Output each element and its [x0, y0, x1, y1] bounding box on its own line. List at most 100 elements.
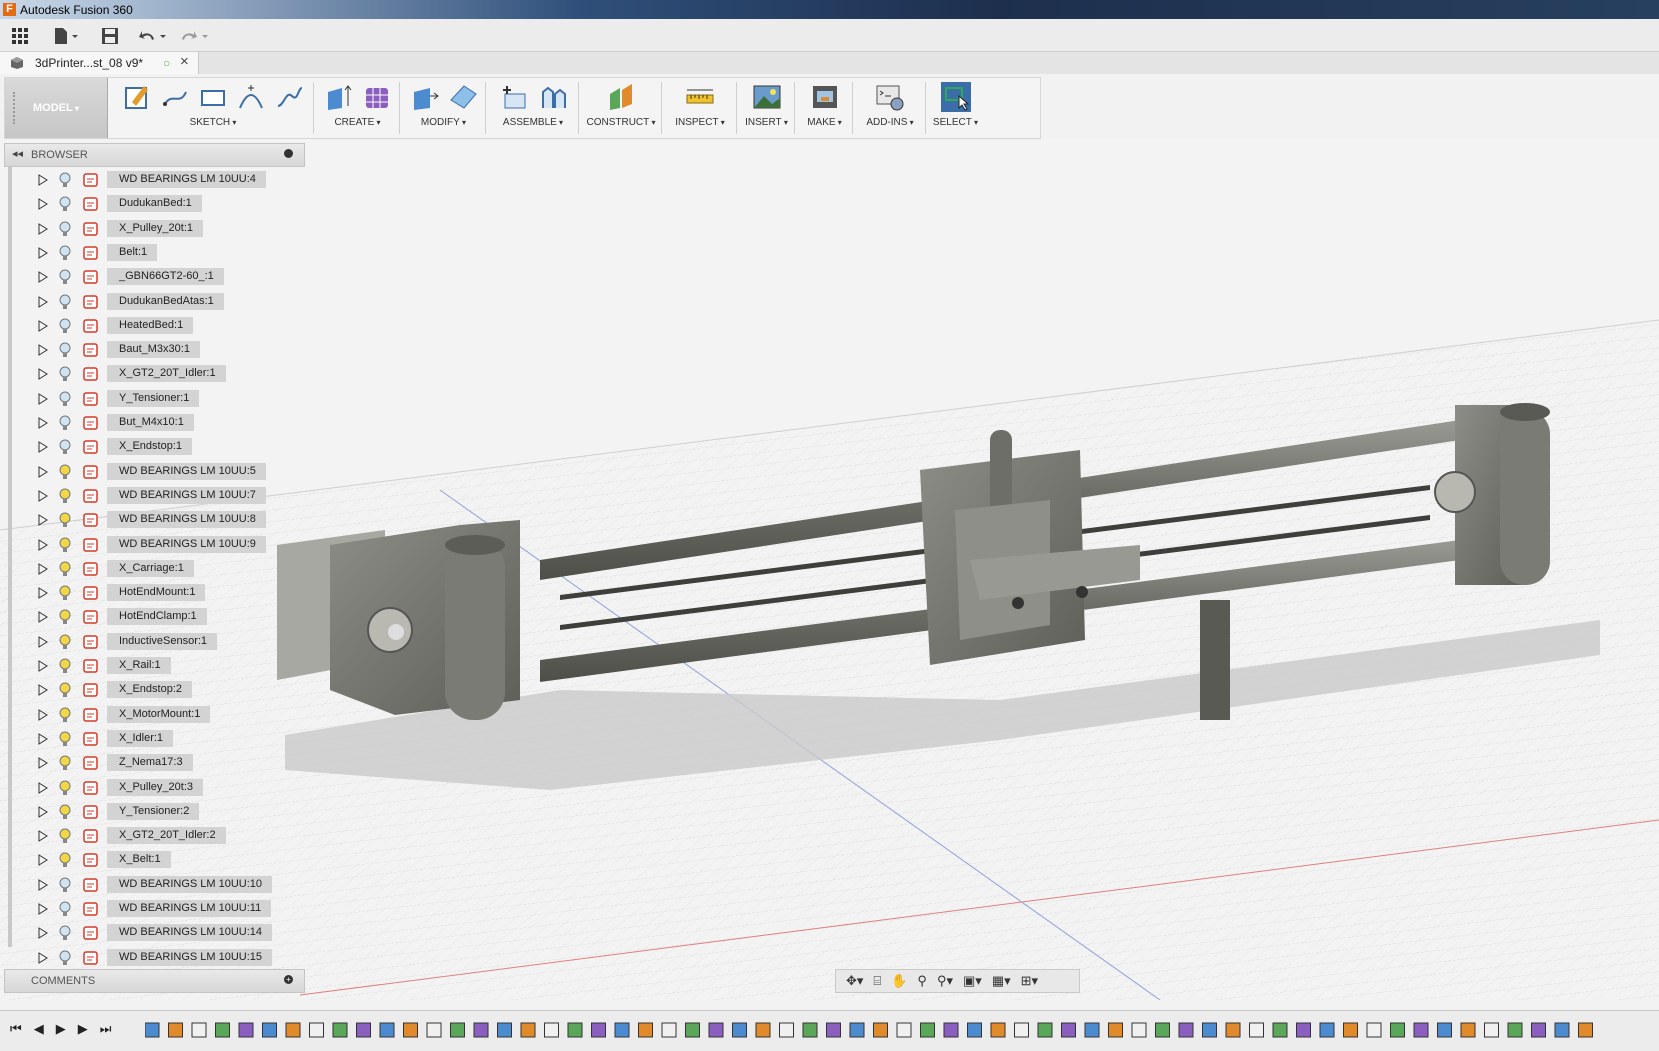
expand-triangle-icon[interactable] — [38, 684, 48, 697]
visibility-bulb-icon[interactable] — [58, 658, 72, 674]
timeline-feature[interactable] — [309, 1022, 324, 1038]
expand-triangle-icon[interactable] — [38, 489, 48, 502]
orbit-icon[interactable]: ✥▾ — [846, 973, 863, 989]
add-ins-menu[interactable]: ADD-INS — [855, 117, 925, 128]
rectangle-icon[interactable] — [198, 82, 228, 112]
visibility-bulb-icon[interactable] — [58, 537, 72, 553]
browser-item[interactable]: X_MotorMount:1 — [4, 704, 299, 726]
browser-item[interactable]: X_Rail:1 — [4, 655, 299, 677]
browser-item[interactable]: But_M4x10:1 — [4, 412, 299, 434]
fillet-icon[interactable] — [448, 82, 478, 112]
toolbar-group-create[interactable]: CREATE — [316, 78, 399, 138]
visibility-bulb-icon[interactable] — [58, 804, 72, 820]
browser-item[interactable]: X_Endstop:2 — [4, 679, 299, 701]
expand-triangle-icon[interactable] — [38, 708, 48, 721]
timeline-feature[interactable] — [967, 1022, 982, 1038]
file-menu-button[interactable] — [53, 26, 79, 46]
previous-icon[interactable]: ◀ — [34, 1021, 44, 1037]
browser-item[interactable]: DudukanBed:1 — [4, 193, 299, 215]
timeline-feature[interactable] — [1390, 1022, 1405, 1038]
browser-item[interactable]: X_Pulley_20t:3 — [4, 777, 299, 799]
expand-triangle-icon[interactable] — [38, 635, 48, 648]
timeline-feature[interactable] — [473, 1022, 489, 1038]
measure-icon[interactable] — [685, 82, 715, 112]
line-icon[interactable] — [160, 82, 190, 112]
browser-item[interactable]: HeatedBed:1 — [4, 315, 299, 337]
create-sketch-icon[interactable] — [122, 82, 152, 112]
expand-triangle-icon[interactable] — [38, 903, 48, 915]
press-pull-icon[interactable] — [410, 82, 440, 112]
timeline-feature[interactable] — [215, 1022, 230, 1038]
browser-item[interactable]: _GBN66GT2-60_:1 — [4, 266, 299, 288]
timeline-feature[interactable] — [356, 1022, 371, 1038]
timeline-feature[interactable] — [920, 1022, 935, 1038]
expand-triangle-icon[interactable] — [38, 344, 48, 356]
browser-item[interactable]: X_Endstop:1 — [4, 436, 299, 458]
browser-item[interactable]: Y_Tensioner:1 — [4, 388, 299, 410]
browser-item[interactable]: X_GT2_20T_Idler:2 — [4, 825, 299, 847]
undo-button[interactable] — [138, 26, 170, 46]
timeline-feature[interactable] — [1296, 1022, 1311, 1038]
document-tab[interactable]: 3dPrinter...st_08 v9* ○ × — [0, 52, 199, 74]
browser-item[interactable]: Belt:1 — [4, 242, 299, 264]
spline-icon[interactable] — [274, 82, 304, 112]
browser-item[interactable]: HotEndClamp:1 — [4, 606, 299, 628]
visibility-bulb-icon[interactable] — [58, 561, 72, 577]
expand-triangle-icon[interactable] — [38, 441, 48, 454]
toolbar-group-select[interactable]: SELECT — [928, 78, 983, 138]
browser-item[interactable]: X_Belt:1 — [4, 849, 299, 871]
expand-triangle-icon[interactable] — [38, 587, 48, 599]
assemble-menu[interactable]: ASSEMBLE — [488, 117, 578, 128]
visibility-bulb-icon[interactable] — [58, 269, 72, 285]
browser-item[interactable]: WD BEARINGS LM 10UU:14 — [4, 922, 299, 944]
expand-triangle-icon[interactable] — [38, 781, 48, 794]
save-button[interactable] — [101, 26, 119, 46]
toolbar-group-add-ins[interactable]: ADD-INS — [855, 78, 925, 138]
visibility-bulb-icon[interactable] — [58, 682, 72, 698]
first-icon[interactable]: ⏮ — [10, 1021, 22, 1037]
visibility-bulb-icon[interactable] — [58, 755, 72, 771]
sketch-menu[interactable]: SKETCH — [113, 117, 313, 128]
timeline-feature[interactable] — [191, 1022, 207, 1038]
browser-header[interactable]: ◂◂ BROWSER — [4, 143, 305, 167]
construct-menu[interactable]: CONSTRUCT — [581, 117, 661, 128]
timeline-feature[interactable] — [943, 1022, 959, 1038]
timeline-feature[interactable] — [779, 1022, 794, 1038]
form-icon[interactable] — [362, 82, 392, 112]
toolbar-group-assemble[interactable]: ASSEMBLE — [488, 78, 578, 138]
visibility-bulb-icon[interactable] — [58, 852, 72, 868]
browser-item[interactable]: DudukanBedAtas:1 — [4, 291, 299, 313]
timeline-feature[interactable] — [1014, 1022, 1029, 1038]
expand-triangle-icon[interactable] — [38, 927, 48, 940]
timeline-feature[interactable] — [896, 1022, 912, 1038]
browser-item[interactable]: X_Carriage:1 — [4, 558, 299, 580]
expand-triangle-icon[interactable] — [38, 174, 48, 186]
browser-item[interactable]: WD BEARINGS LM 10UU:10 — [4, 874, 299, 896]
offset-plane-icon[interactable] — [606, 82, 636, 112]
visibility-bulb-icon[interactable] — [58, 780, 72, 796]
timeline-feature[interactable] — [1037, 1022, 1053, 1038]
timeline-feature[interactable] — [544, 1022, 559, 1038]
expand-triangle-icon[interactable] — [38, 805, 48, 818]
browser-item[interactable]: WD BEARINGS LM 10UU:5 — [4, 461, 299, 483]
toolbar-group-inspect[interactable]: INSPECT — [664, 78, 736, 138]
timeline-feature[interactable] — [990, 1022, 1006, 1038]
timeline-feature[interactable] — [1108, 1022, 1123, 1038]
visibility-bulb-icon[interactable] — [58, 464, 72, 480]
browser-item[interactable]: InductiveSensor:1 — [4, 631, 299, 653]
timeline-feature[interactable] — [1578, 1022, 1593, 1038]
timeline-feature[interactable] — [849, 1022, 865, 1038]
visibility-bulb-icon[interactable] — [58, 707, 72, 723]
joint-icon[interactable] — [537, 82, 567, 112]
browser-item[interactable]: HotEndMount:1 — [4, 582, 299, 604]
visibility-bulb-icon[interactable] — [58, 828, 72, 844]
timeline-feature[interactable] — [520, 1022, 536, 1038]
visibility-bulb-icon[interactable] — [58, 221, 72, 237]
expand-triangle-icon[interactable] — [38, 392, 48, 405]
toolbar-group-insert[interactable]: INSERT — [739, 78, 794, 138]
expand-triangle-icon[interactable] — [38, 368, 48, 381]
visibility-bulb-icon[interactable] — [58, 342, 72, 358]
browser-pin-icon[interactable] — [284, 149, 293, 158]
timeline-feature[interactable] — [1131, 1022, 1147, 1038]
pan-icon[interactable]: ✋ — [891, 973, 907, 989]
